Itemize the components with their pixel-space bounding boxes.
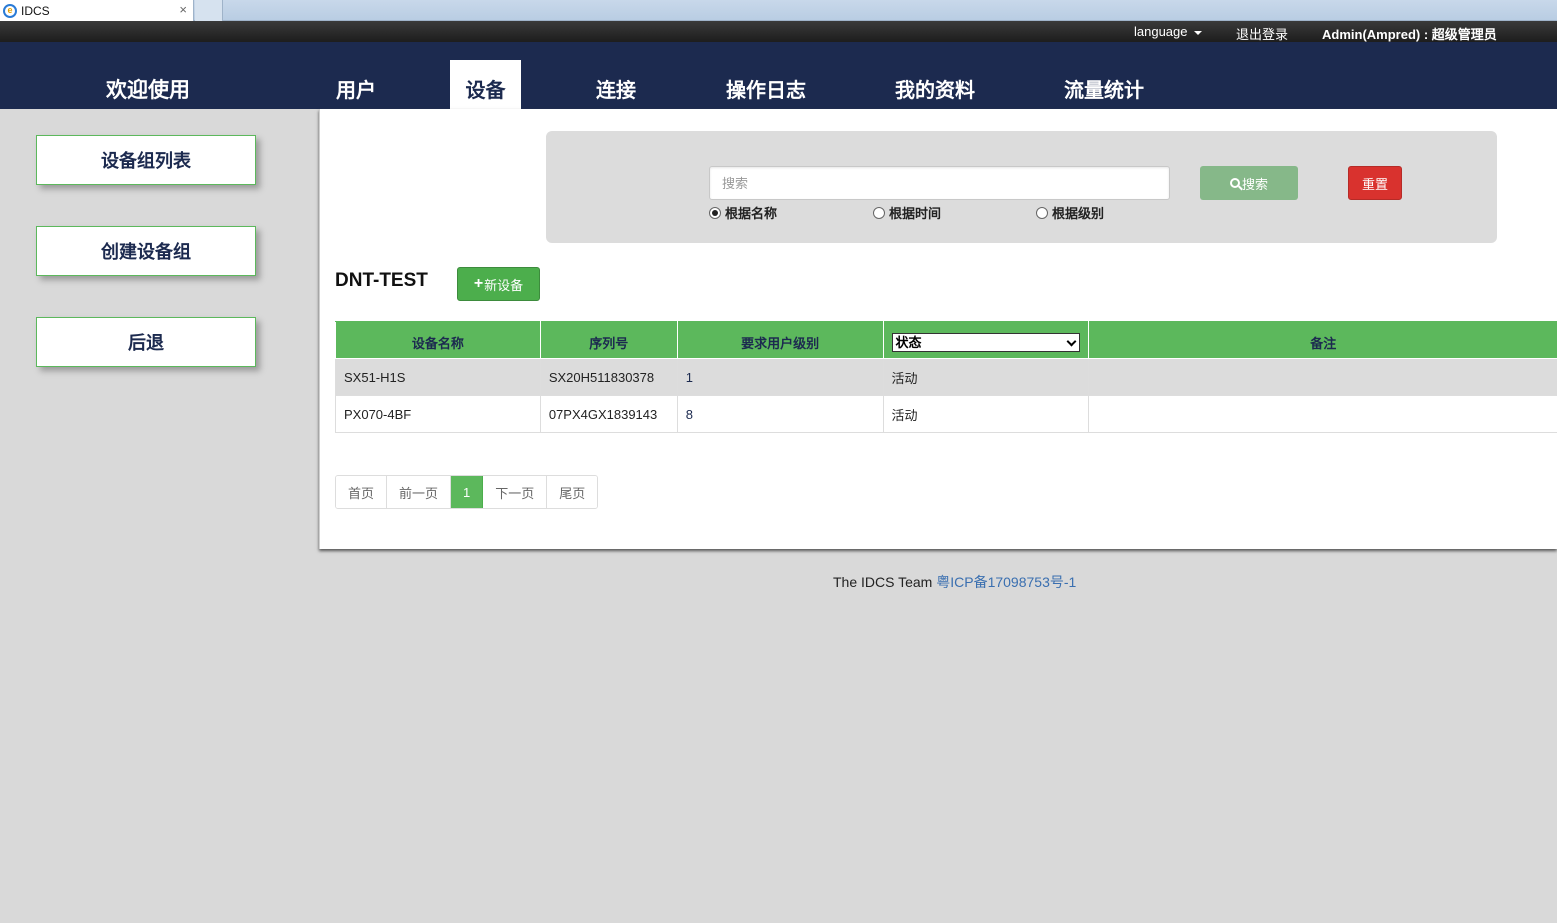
header-status: 状态 <box>882 321 1089 359</box>
search-panel: 搜索 重置 根据名称 根据时间 根据级别 <box>546 131 1497 243</box>
browser-tab[interactable]: e IDCS × <box>0 0 194 21</box>
search-button[interactable]: 搜索 <box>1200 166 1298 200</box>
cell-device-name: SX51-H1S <box>335 358 541 396</box>
chevron-down-icon <box>1066 336 1076 346</box>
sidebar-item-create-device-group[interactable]: 创建设备组 <box>36 226 256 276</box>
sidebar-item-device-group-list[interactable]: 设备组列表 <box>36 135 256 185</box>
new-device-button[interactable]: + 新设备 <box>457 267 540 301</box>
nav-item-operation-log[interactable]: 操作日志 <box>726 60 806 109</box>
page-last-button[interactable]: 尾页 <box>547 476 598 508</box>
reset-button[interactable]: 重置 <box>1348 166 1402 200</box>
browser-tab-strip: e IDCS × <box>0 0 1557 21</box>
table-row[interactable]: PX070-4BF 07PX4GX1839143 8 活动 <box>335 395 1557 433</box>
footer: The IDCS Team 粤ICP备17098753号-1 <box>833 572 1076 592</box>
nav-item-users[interactable]: 用户 <box>336 60 376 109</box>
radio-unchecked-icon <box>873 206 885 219</box>
nav-item-traffic-stats[interactable]: 流量统计 <box>1064 60 1144 109</box>
table-row[interactable]: SX51-H1S SX20H511830378 1 活动 <box>335 358 1557 396</box>
nav-item-my-profile[interactable]: 我的资料 <box>895 60 975 109</box>
cell-serial: SX20H511830378 <box>539 358 678 396</box>
radio-label: 根据名称 <box>725 206 778 221</box>
cell-note <box>1087 395 1557 433</box>
radio-unchecked-icon <box>1036 206 1048 219</box>
icp-link[interactable]: 粤ICP备17098753号-1 <box>936 574 1076 590</box>
main-panel: 搜索 重置 根据名称 根据时间 根据级别 DNT-TEST + 新设备 设备名称… <box>319 109 1557 549</box>
nav-item-devices[interactable]: 设备 <box>450 60 521 109</box>
close-icon[interactable]: × <box>179 2 187 17</box>
cell-status: 活动 <box>882 358 1089 396</box>
search-input[interactable] <box>709 166 1170 200</box>
main-navbar: 欢迎使用 用户 设备 连接 操作日志 我的资料 流量统计 <box>0 42 1557 109</box>
ie-browser-icon: e <box>3 3 17 18</box>
radio-by-time[interactable]: 根据时间 <box>873 203 941 222</box>
language-dropdown[interactable]: language <box>1134 24 1202 39</box>
cell-note <box>1087 358 1557 396</box>
cell-user-level: 8 <box>676 395 884 433</box>
pagination: 首页 前一页 1 下一页 尾页 <box>335 475 599 509</box>
browser-tab-title: IDCS <box>21 3 50 18</box>
radio-label: 根据时间 <box>889 206 942 221</box>
cell-status: 活动 <box>882 395 1089 433</box>
page-first-button[interactable]: 首页 <box>336 476 388 508</box>
radio-by-name[interactable]: 根据名称 <box>709 203 777 222</box>
logout-link[interactable]: 退出登录 <box>1236 24 1288 43</box>
page-next-button[interactable]: 下一页 <box>483 476 548 508</box>
search-icon <box>1229 178 1240 188</box>
plus-icon: + <box>473 275 484 292</box>
radio-by-level[interactable]: 根据级别 <box>1036 203 1104 222</box>
device-group-title: DNT-TEST <box>335 270 428 291</box>
brand-title: 欢迎使用 <box>106 79 190 102</box>
status-select-value: 状态 <box>895 334 922 350</box>
cell-serial: 07PX4GX1839143 <box>539 395 678 433</box>
header-serial: 序列号 <box>539 321 678 359</box>
new-device-label: 新设备 <box>484 277 524 293</box>
language-label: language <box>1134 24 1188 39</box>
header-note: 备注 <box>1087 321 1557 359</box>
sidebar-item-back[interactable]: 后退 <box>36 317 256 367</box>
radio-checked-icon <box>709 206 721 219</box>
table-header-row: 设备名称 序列号 要求用户级别 状态 备注 <box>335 321 1557 359</box>
footer-team: The IDCS Team <box>833 574 933 590</box>
new-tab-button[interactable] <box>195 0 223 21</box>
header-user-level: 要求用户级别 <box>676 321 884 359</box>
status-filter-select[interactable]: 状态 <box>891 332 1080 352</box>
device-table: 设备名称 序列号 要求用户级别 状态 备注 SX51-H1S SX20H5118… <box>335 321 1557 433</box>
search-button-label: 搜索 <box>1241 176 1268 192</box>
radio-label: 根据级别 <box>1052 206 1105 221</box>
top-utility-bar: language 退出登录 Admin(Ampred) : 超级管理员 <box>0 21 1557 42</box>
page-current-button[interactable]: 1 <box>451 476 484 508</box>
cell-user-level: 1 <box>676 358 884 396</box>
caret-down-icon <box>1193 30 1202 35</box>
cell-device-name: PX070-4BF <box>335 395 541 433</box>
nav-item-connections[interactable]: 连接 <box>596 60 636 109</box>
current-user-label: Admin(Ampred) : 超级管理员 <box>1322 27 1497 42</box>
header-device-name: 设备名称 <box>335 321 541 359</box>
page-prev-button[interactable]: 前一页 <box>387 476 452 508</box>
